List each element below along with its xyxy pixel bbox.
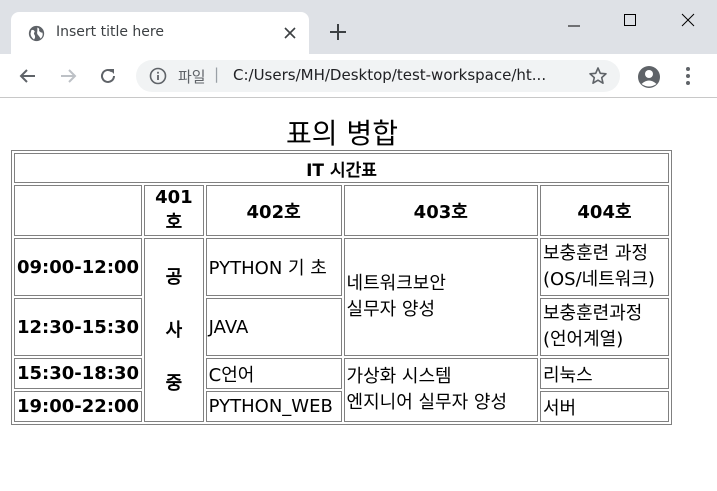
room401-char: 공 (165, 266, 183, 288)
address-bar[interactable]: 파일 | C:/Users/MH/Desktop/test-workspace/… (136, 60, 620, 92)
timetable: IT 시간표 401호 402호 403호 404호 09:00-12:00 공… (11, 150, 672, 425)
arrow-right-icon (61, 69, 77, 83)
room403-line: 가상화 시스템 (346, 365, 452, 387)
room403-line: 엔지니어 실무자 양성 (346, 392, 508, 413)
table-row: 09:00-12:00 공 사 중 PYTHON 기 초 네트워크보안 실무자 … (14, 238, 669, 422)
table-row: 12:30-15:30 JAVA 보충훈련과정 (언어계열) (14, 298, 669, 356)
room403-line: 실무자 양성 (346, 299, 436, 320)
browser-toolbar: 파일 | C:/Users/MH/Desktop/test-workspace/… (0, 54, 717, 98)
room404-cell: 서버 (539, 391, 669, 422)
globe-icon (28, 25, 45, 42)
window-close-button[interactable] (659, 0, 717, 40)
profile-icon[interactable] (637, 65, 661, 89)
header-empty (14, 185, 143, 236)
omnibox-separator: | (214, 65, 220, 83)
url-text[interactable]: C:/Users/MH/Desktop/test-workspace/ht... (233, 66, 573, 84)
header-401: 401호 (144, 185, 204, 236)
page-title: 표의 병합 (286, 117, 398, 150)
room404-cell: 보충훈련과정 (언어계열) (539, 298, 669, 356)
star-icon[interactable] (588, 66, 608, 86)
header-row: 401호 402호 403호 404호 (14, 185, 669, 236)
header-402: 402호 (205, 185, 342, 236)
close-icon (681, 13, 695, 27)
room404-cell: 보충훈련 과정 (OS/네트워크) (539, 238, 669, 296)
back-button[interactable] (17, 65, 39, 87)
room403-merged-cell: 네트워크보안 실무자 양성 (343, 238, 538, 356)
room404-line: (언어계열) (542, 329, 624, 350)
room402-cell: JAVA (205, 298, 342, 356)
room402-cell: C언어 (205, 358, 342, 389)
time-cell: 15:30-18:30 (14, 358, 143, 389)
room402-cell: PYTHON 기 초 (205, 238, 342, 296)
room401-char: 사 (165, 319, 183, 341)
room401-merged-cell: 공 사 중 (144, 238, 204, 422)
reload-button[interactable] (97, 65, 119, 87)
header-404: 404호 (539, 185, 669, 236)
room401-char: 중 (165, 372, 183, 394)
info-icon[interactable] (149, 67, 167, 85)
room404-line: (OS/네트워크) (542, 269, 655, 290)
minimize-button[interactable] (545, 0, 603, 40)
time-cell: 19:00-22:00 (14, 391, 143, 422)
forward-button[interactable] (57, 65, 79, 87)
room404-line: 보충훈련 과정 (542, 242, 649, 264)
maximize-button[interactable] (601, 0, 659, 40)
maximize-icon (624, 14, 636, 26)
room404-line: 보충훈련과정 (542, 302, 643, 324)
arrow-left-icon (19, 69, 35, 83)
header-403: 403호 (343, 185, 538, 236)
table-row: 19:00-22:00 PYTHON_WEB 서버 (14, 391, 669, 422)
room402-cell: PYTHON_WEB (205, 391, 342, 422)
close-icon[interactable] (281, 24, 299, 42)
page-content: 표의 병합 IT 시간표 401호 402호 403호 404호 09:00-1… (0, 98, 717, 491)
room403-line: 네트워크보안 (346, 272, 446, 294)
minimize-icon (568, 25, 580, 27)
protocol-label: 파일 (178, 68, 206, 86)
browser-chrome: Insert title here 파일 | C:/Users/MH/Deskt… (0, 0, 717, 98)
time-cell: 12:30-15:30 (14, 298, 143, 356)
room403-merged-cell: 가상화 시스템 엔지니어 실무자 양성 (343, 358, 538, 422)
caption-row: IT 시간표 (14, 153, 669, 183)
tab-strip: Insert title here (0, 0, 717, 54)
table-caption: IT 시간표 (14, 153, 669, 183)
browser-tab[interactable]: Insert title here (11, 12, 309, 54)
plus-icon[interactable] (327, 21, 349, 43)
time-cell: 09:00-12:00 (14, 238, 143, 296)
kebab-menu-icon[interactable] (679, 65, 697, 87)
reload-icon (101, 68, 115, 83)
table-row: 15:30-18:30 C언어 가상화 시스템 엔지니어 실무자 양성 리눅스 (14, 358, 669, 422)
room404-cell: 리눅스 (539, 358, 669, 389)
tab-title: Insert title here (56, 24, 164, 40)
